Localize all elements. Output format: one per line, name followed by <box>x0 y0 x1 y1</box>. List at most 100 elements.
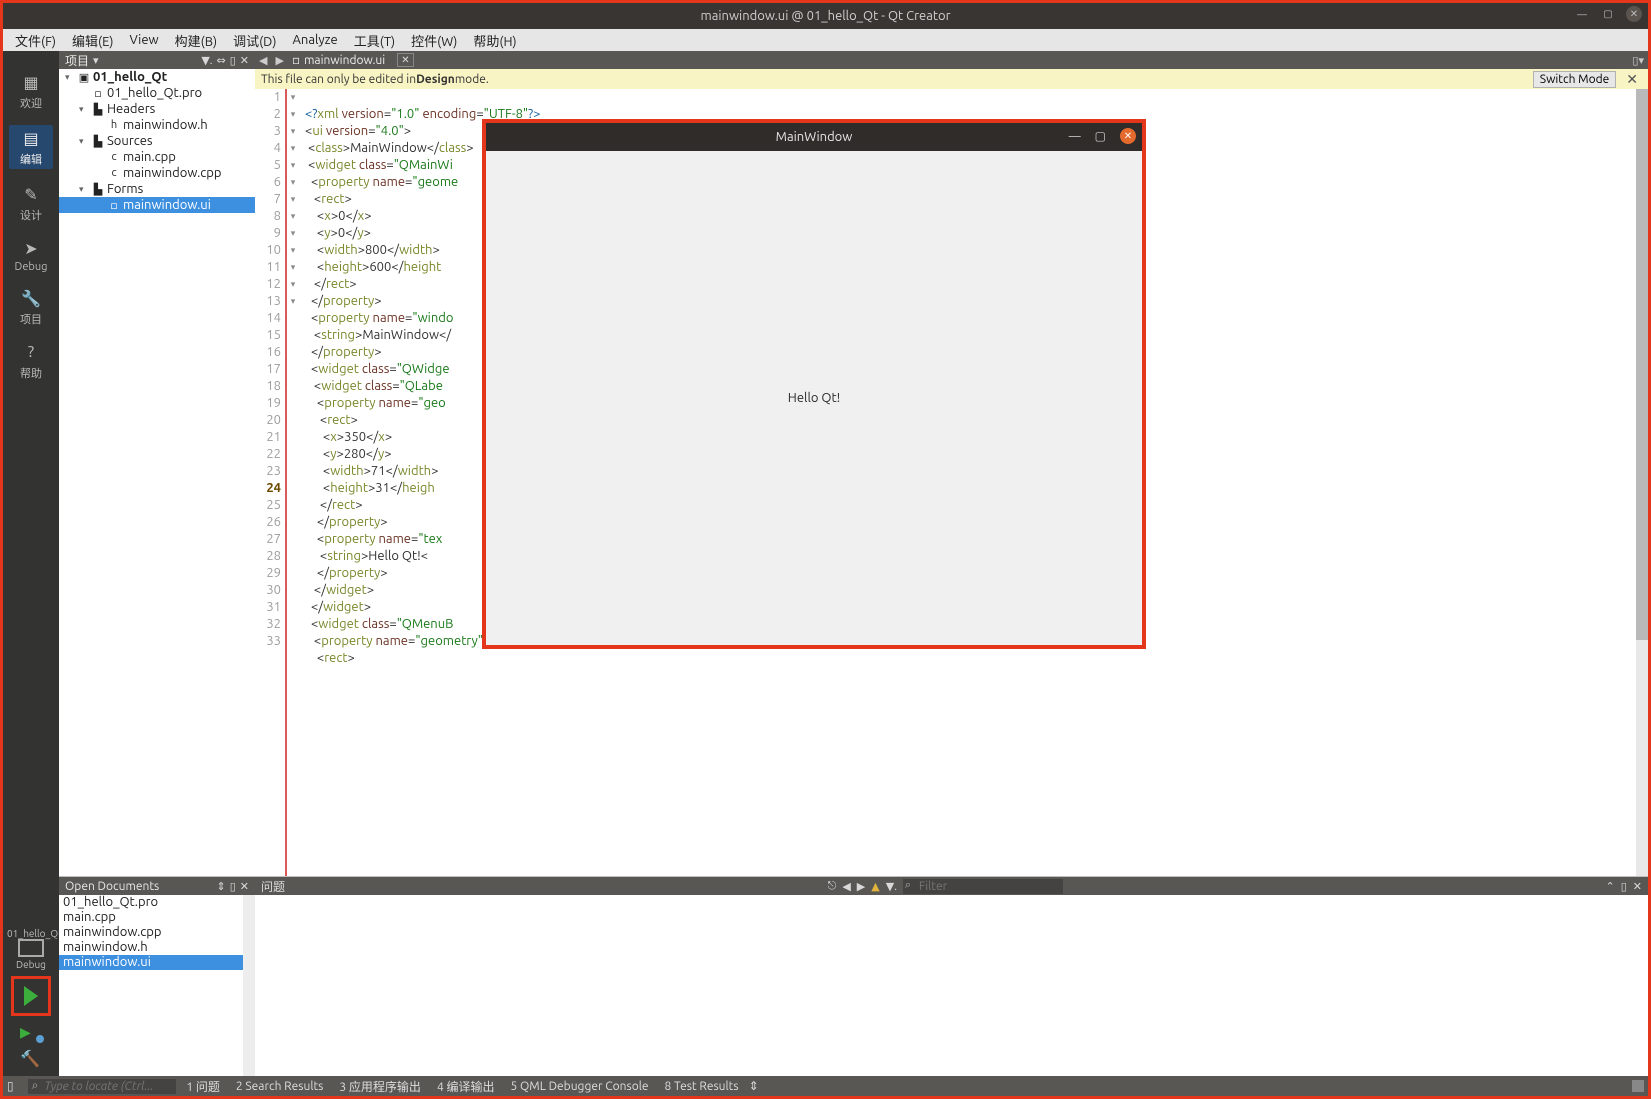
settings-icon[interactable]: ▯ <box>1621 880 1627 893</box>
issues-title: 问题 <box>261 878 285 895</box>
window-title: mainwindow.ui @ 01_hello_Qt - Qt Creator <box>701 9 951 23</box>
line-gutter: 1234567891011121314151617181920212223242… <box>255 89 285 876</box>
project-tree[interactable]: ▾▣01_hello_Qt ▫01_hello_Qt.pro ▾▙Headers… <box>59 69 255 876</box>
mode-help[interactable]: ? 帮助 <box>9 341 53 381</box>
open-docs-title: Open Documents <box>65 880 159 893</box>
warning-icon[interactable]: ▲ <box>871 880 879 893</box>
task-icon[interactable]: ⎋ <box>828 880 837 893</box>
info-text-b: Design <box>416 73 455 86</box>
editor-scrollbar[interactable] <box>1636 89 1648 876</box>
issues-body <box>255 895 1648 1076</box>
cpp-file-icon: c <box>107 151 121 163</box>
locator-input[interactable] <box>28 1079 176 1094</box>
app-body: Hello Qt! <box>486 151 1142 645</box>
nav-prev-icon[interactable]: ◀ <box>842 880 850 893</box>
header-file-icon: h <box>107 119 121 131</box>
file-icon: ▫ <box>91 87 105 100</box>
menu-tools[interactable]: 工具(T) <box>346 29 403 52</box>
run-target[interactable]: 01_hello_Qt Debug <box>7 928 55 970</box>
panel-close-icon[interactable]: ✕ <box>240 880 249 893</box>
menu-bar: 文件(F) 编辑(E) View 构建(B) 调试(D) Analyze 工具(… <box>3 29 1648 51</box>
panel-close-icon[interactable]: ✕ <box>240 54 249 67</box>
nav-fwd-icon[interactable]: ▶ <box>275 54 283 67</box>
status-search[interactable]: 2 Search Results <box>230 1080 330 1093</box>
tab-close-icon[interactable]: ✕ <box>397 53 413 67</box>
mode-welcome[interactable]: ▦ 欢迎 <box>9 71 53 111</box>
info-close-icon[interactable]: ✕ <box>1622 71 1642 88</box>
menu-edit[interactable]: 编辑(E) <box>64 29 121 52</box>
folder-icon: ▙ <box>91 103 105 116</box>
list-item[interactable]: main.cpp <box>59 910 255 925</box>
ui-file-icon: ▫ <box>292 53 300 67</box>
chevron-down-icon[interactable]: ▾ <box>93 54 99 67</box>
chevron-down-icon[interactable]: ⇕ <box>217 880 226 893</box>
nav-back-icon[interactable]: ◀ <box>259 54 267 67</box>
status-appoutput[interactable]: 3 应用程序输出 <box>333 1078 427 1095</box>
build-button[interactable]: 🔨 <box>20 1049 42 1068</box>
app-minimize-icon[interactable]: — <box>1069 130 1081 143</box>
fold-column[interactable]: ▾▾▾▾▾▾▾▾▾▾▾▾▾ <box>287 89 299 876</box>
open-docs-scrollbar[interactable] <box>243 895 255 1076</box>
menu-file[interactable]: 文件(F) <box>7 29 64 52</box>
split-editor-icon[interactable]: ▯▾ <box>1632 54 1644 67</box>
grid-icon: ▦ <box>20 71 42 93</box>
list-item[interactable]: mainwindow.h <box>59 940 255 955</box>
app-close-icon[interactable]: ✕ <box>1120 128 1136 144</box>
window-maximize-icon[interactable]: ▢ <box>1600 6 1616 22</box>
chevron-icon[interactable]: ⇕ <box>749 1079 759 1093</box>
mode-edit[interactable]: ▤ 编辑 <box>9 125 53 169</box>
menu-widgets[interactable]: 控件(W) <box>403 29 465 52</box>
filter-icon[interactable]: ▼. <box>886 880 897 893</box>
open-docs-list[interactable]: 01_hello_Qt.pro main.cpp mainwindow.cpp … <box>59 895 255 1076</box>
switch-mode-button[interactable]: Switch Mode <box>1533 71 1616 88</box>
output-toggle-icon[interactable]: ▯ <box>7 1079 14 1093</box>
list-item[interactable]: mainwindow.ui <box>59 955 255 970</box>
status-compile[interactable]: 4 编译输出 <box>431 1078 501 1095</box>
status-bar: ▯ ⌕ 1 问题 2 Search Results 3 应用程序输出 4 编译输… <box>3 1076 1648 1096</box>
design-mode-info: This file can only be edited in Design m… <box>255 69 1648 89</box>
progress-indicator-icon[interactable] <box>1632 1080 1644 1092</box>
menu-analyze[interactable]: Analyze <box>284 31 345 49</box>
cpp-file-icon: c <box>107 167 121 179</box>
search-icon: ⌕ <box>32 1079 39 1093</box>
mode-debug[interactable]: ➤ Debug <box>9 237 53 273</box>
monitor-icon <box>18 939 44 957</box>
split-icon[interactable]: ▯ <box>230 880 236 893</box>
window-close-icon[interactable]: ✕ <box>1626 6 1642 22</box>
status-issues[interactable]: 1 问题 <box>180 1078 226 1095</box>
status-tests[interactable]: 8 Test Results <box>658 1080 744 1093</box>
list-item[interactable]: 01_hello_Qt.pro <box>59 895 255 910</box>
menu-help[interactable]: 帮助(H) <box>465 29 524 52</box>
running-app-window[interactable]: MainWindow — ▢ ✕ Hello Qt! <box>482 119 1146 649</box>
app-title: MainWindow <box>776 130 853 144</box>
menu-debug[interactable]: 调试(D) <box>225 29 284 52</box>
app-titlebar[interactable]: MainWindow — ▢ ✕ <box>486 123 1142 151</box>
run-button[interactable] <box>11 976 51 1016</box>
menu-view[interactable]: View <box>122 31 167 49</box>
play-icon <box>24 986 38 1006</box>
debug-badge-icon <box>36 1035 44 1043</box>
mode-design[interactable]: ✎ 设计 <box>9 183 53 223</box>
info-text-c: mode. <box>455 73 489 86</box>
filter-icon[interactable]: ▼. <box>201 54 212 67</box>
issues-panel: 问题 ⎋ ◀ ▶ ▲ ▼. ⌕ ⌃ ▯ ✕ <box>255 877 1648 1076</box>
window-minimize-icon[interactable]: — <box>1574 6 1590 22</box>
expand-icon[interactable]: ⌃ <box>1606 880 1615 893</box>
app-maximize-icon[interactable]: ▢ <box>1095 129 1106 143</box>
status-qml[interactable]: 5 QML Debugger Console <box>504 1080 654 1093</box>
split-icon[interactable]: ▯ <box>230 54 236 67</box>
debug-run-button[interactable]: ▶ <box>20 1024 42 1041</box>
bug-icon: ➤ <box>20 237 42 259</box>
edit-icon: ▤ <box>20 127 42 149</box>
list-item[interactable]: mainwindow.cpp <box>59 925 255 940</box>
link-icon[interactable]: ⇔ <box>217 54 226 67</box>
mode-project[interactable]: 🔧 项目 <box>9 287 53 327</box>
panel-close-icon[interactable]: ✕ <box>1633 880 1642 893</box>
editor-tab[interactable]: ▫ mainwindow.ui <box>292 53 385 67</box>
issues-filter-input[interactable] <box>903 879 1063 894</box>
info-text-a: This file can only be edited in <box>261 73 416 86</box>
menu-build[interactable]: 构建(B) <box>167 29 225 52</box>
folder-icon: ▙ <box>91 183 105 196</box>
nav-next-icon[interactable]: ▶ <box>857 880 865 893</box>
qt-project-icon: ▣ <box>77 71 91 84</box>
